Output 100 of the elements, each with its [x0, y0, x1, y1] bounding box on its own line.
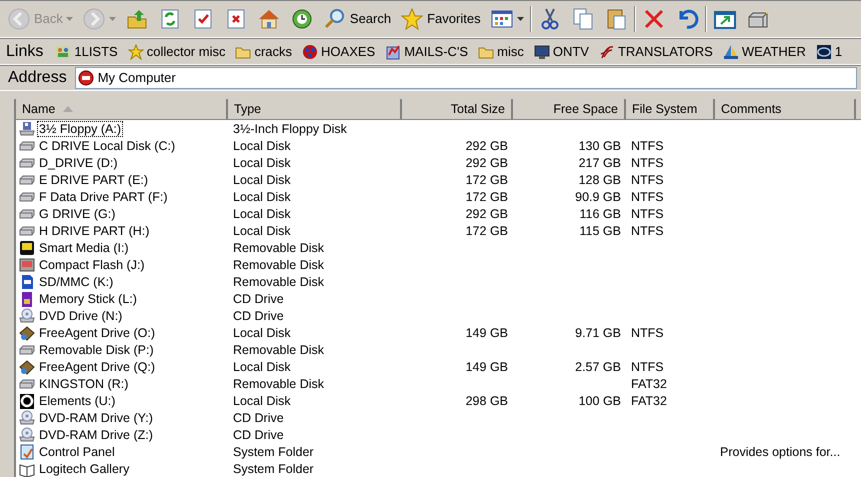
link-item[interactable]: misc [476, 42, 526, 62]
table-cell: Local Disk [233, 360, 291, 374]
drive-name[interactable]: DVD Drive (N:) [37, 308, 124, 324]
table-cell: Removable Disk [233, 241, 324, 255]
table-cell: Local Disk [233, 190, 291, 204]
table-cell: 128 GB [578, 173, 621, 187]
caret-icon [108, 17, 116, 21]
table-cell: NTFS [631, 224, 664, 238]
table-cell: NTFS [631, 156, 664, 170]
link-item[interactable]: ONTV [532, 42, 591, 62]
table-cell: CD Drive [233, 411, 284, 425]
table-cell: Removable Disk [233, 275, 324, 289]
drive-name[interactable]: SD/MMC (K:) [37, 274, 116, 290]
table-cell: Local Disk [233, 207, 291, 221]
link-item[interactable]: collector misc [126, 42, 228, 62]
copy-icon [570, 7, 595, 31]
table-cell: Removable Disk [233, 343, 324, 357]
favorites-button[interactable]: Favorites [397, 4, 484, 34]
column-header[interactable]: Comments [715, 99, 856, 120]
sort-arrow-icon [63, 106, 74, 112]
address-label: Address [7, 68, 68, 88]
drive-name[interactable]: H DRIVE PART (H:) [37, 223, 152, 240]
people-icon [55, 44, 72, 60]
drive-name[interactable]: FreeAgent Drive (O:) [37, 325, 158, 342]
address-field[interactable]: My Computer [74, 67, 857, 89]
sailboat-icon [722, 44, 739, 60]
table-cell: 2.57 GB [575, 360, 621, 374]
column-header[interactable]: File System [626, 99, 715, 120]
link-item[interactable]: 1 [814, 42, 844, 62]
swirl-icon [598, 44, 615, 60]
drive-name[interactable]: E DRIVE PART (E:) [37, 172, 150, 188]
table-cell: FAT32 [631, 394, 667, 408]
drive-name[interactable]: Compact Flash (J:) [37, 257, 147, 274]
column-header[interactable]: Total Size [402, 99, 513, 120]
search-icon [322, 7, 347, 31]
drive-name[interactable]: 3½ Floppy (A:) [37, 121, 123, 138]
drive-name[interactable]: Memory Stick (L:) [37, 291, 139, 308]
column-header[interactable]: Type [228, 99, 402, 120]
memory-card-icon [19, 240, 35, 256]
floppy-drive-icon [19, 121, 35, 138]
folder-up-icon [124, 7, 149, 31]
drive-box-icon [19, 325, 35, 342]
drive-name[interactable]: G DRIVE (G:) [37, 206, 118, 222]
caret-icon [66, 17, 73, 21]
table-cell: Local Disk [233, 173, 291, 187]
search-button[interactable]: Search [320, 4, 394, 34]
drive-name[interactable]: DVD-RAM Drive (Y:) [37, 410, 155, 426]
table-cell: Local Disk [233, 394, 291, 408]
table-cell: 3½-Inch Floppy Disk [233, 122, 347, 136]
drive-box-icon [19, 359, 35, 376]
column-header[interactable]: Name [16, 99, 228, 120]
table-cell: Local Disk [233, 139, 291, 153]
control-panel-icon [19, 444, 35, 460]
table-cell: CD Drive [233, 309, 284, 323]
link-item[interactable]: cracks [233, 42, 294, 62]
molecule-icon [302, 44, 318, 60]
drive-name[interactable]: F Data Drive PART (F:) [37, 189, 170, 206]
table-cell: CD Drive [233, 292, 284, 306]
drive-name[interactable]: Elements (U:) [37, 393, 118, 410]
drive-name[interactable]: Logitech Gallery [37, 461, 132, 477]
mail-icon [385, 44, 402, 60]
drive-name[interactable]: DVD-RAM Drive (Z:) [37, 427, 155, 444]
drive-name[interactable]: Control Panel [37, 444, 117, 460]
links-label: Links [5, 42, 44, 62]
drive-name[interactable]: C DRIVE Local Disk (C:) [37, 138, 178, 154]
table-cell: NTFS [631, 360, 664, 374]
compact-flash-icon [19, 257, 35, 274]
caret-icon [516, 17, 524, 21]
link-item[interactable]: HOAXES [300, 42, 378, 62]
table-cell: 292 GB [466, 156, 508, 170]
drive-name[interactable]: Smart Media (I:) [37, 240, 131, 256]
star-icon [128, 44, 144, 60]
table-cell: 292 GB [466, 207, 508, 221]
table-cell: 130 GB [578, 139, 621, 153]
cd-drive-icon [19, 410, 35, 426]
table-cell: 115 GB [580, 224, 621, 238]
table-cell: 217 GB [578, 156, 621, 170]
history-icon [290, 7, 314, 31]
link-item[interactable]: 1LISTS [53, 42, 120, 62]
table-cell: Removable Disk [233, 377, 324, 391]
drive-name[interactable]: KINGSTON (R:) [37, 376, 130, 392]
table-cell: NTFS [631, 139, 664, 153]
table-cell: 172 GB [466, 190, 508, 204]
link-item[interactable]: MAILS-C'S [383, 42, 470, 62]
table-cell: Provides options for... [720, 445, 840, 459]
table-cell: Removable Disk [233, 258, 324, 272]
link-item[interactable]: WEATHER [720, 42, 808, 62]
table-cell: NTFS [631, 207, 664, 221]
column-header[interactable]: Free Space [513, 99, 626, 120]
table-cell: System Folder [233, 462, 314, 476]
table-cell: System Folder [233, 445, 314, 459]
cd-drive-icon [19, 308, 35, 324]
drive-name[interactable]: FreeAgent Drive (Q:) [37, 359, 158, 376]
cd-drive-icon [19, 427, 35, 444]
table-cell: NTFS [631, 326, 664, 340]
table-cell: 100 GB [578, 394, 621, 408]
table-cell: 172 GB [466, 173, 508, 187]
link-item[interactable]: TRANSLATORS [596, 42, 715, 62]
drive-name[interactable]: Removable Disk (P:) [37, 342, 156, 358]
drive-name[interactable]: D_DRIVE (D:) [37, 155, 120, 172]
